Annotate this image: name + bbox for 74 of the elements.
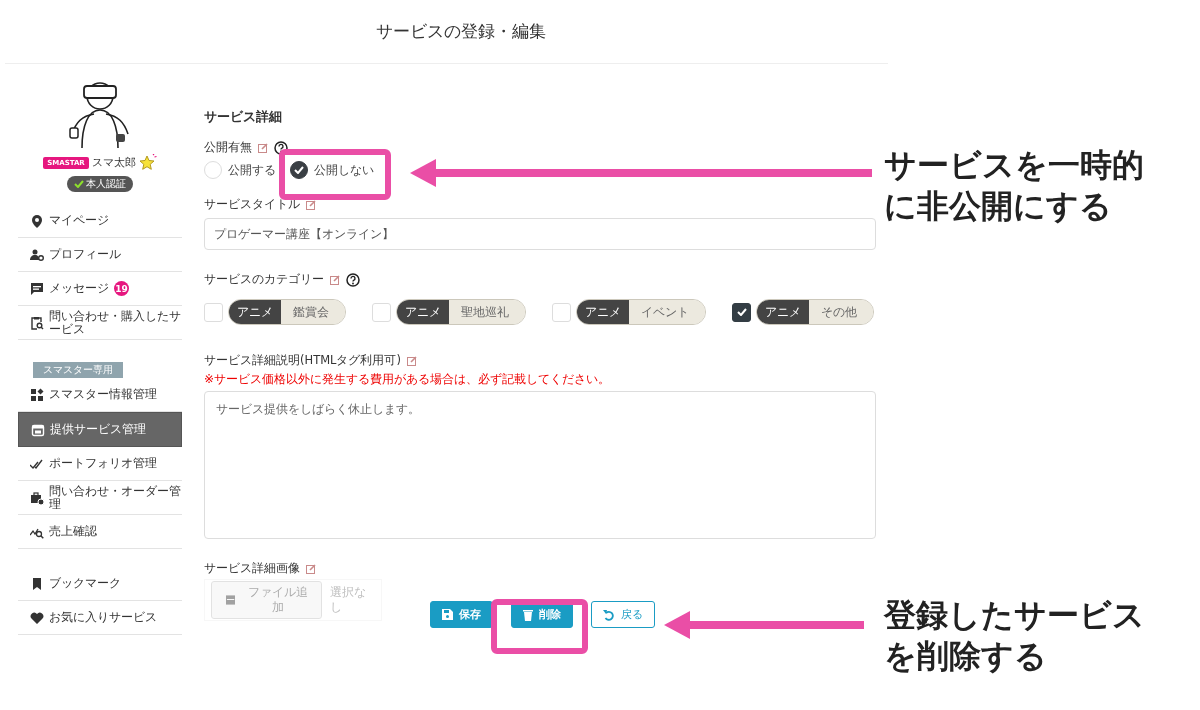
category-group: アニメ: [577, 300, 629, 324]
edit-icon[interactable]: [306, 563, 316, 574]
category-group: アニメ: [757, 300, 809, 324]
field-label: サービス詳細説明(HTMLタグ利用可): [204, 353, 401, 368]
verified-label: 本人認証: [86, 177, 126, 191]
sidebar-item[interactable]: お気に入りサービス: [18, 601, 182, 635]
category-name: 鑑賞会: [281, 300, 345, 324]
category-tag[interactable]: アニメ 鑑賞会: [228, 299, 346, 325]
sidebar-label: お気に入りサービス: [49, 611, 157, 624]
sidebar-label: プロフィール: [49, 248, 121, 261]
sidebar-item[interactable]: 問い合わせ・オーダー管理: [18, 481, 182, 515]
sidebar-item[interactable]: 問い合わせ・購入したサービス: [18, 306, 182, 340]
grid-icon: [30, 387, 44, 402]
category-name: その他: [809, 300, 873, 324]
sidebar-label: 問い合わせ・オーダー管理: [49, 484, 182, 511]
sidebar-label: スマスター情報管理: [49, 388, 157, 401]
callout-text: 登録したサービス を削除する: [884, 595, 1145, 677]
sidebar-item[interactable]: メッセージ 19: [18, 272, 182, 306]
check-icon: [294, 166, 304, 174]
field-label: サービス詳細画像: [204, 561, 300, 576]
field-label: 公開有無: [204, 140, 252, 155]
sidebar-label: メッセージ: [49, 282, 109, 295]
category-tag[interactable]: アニメ その他: [756, 299, 874, 325]
heart-icon: [30, 610, 44, 625]
checkbox[interactable]: [732, 302, 751, 322]
sidebar-item[interactable]: 売上確認: [18, 515, 182, 549]
category-name: 聖地巡礼: [449, 300, 525, 324]
sidebar-label: ポートフォリオ管理: [49, 457, 157, 470]
check-icon: [736, 308, 747, 316]
edit-icon[interactable]: [306, 199, 316, 210]
category-tag[interactable]: アニメ イベント: [576, 299, 706, 325]
message-icon: [30, 281, 44, 296]
edit-icon[interactable]: [330, 274, 340, 285]
sidebar-item[interactable]: プロフィール: [18, 238, 182, 272]
category-group: アニメ: [397, 300, 449, 324]
trash-icon: [523, 608, 533, 621]
page-title: サービスの登録・編集: [375, 20, 546, 43]
sidebar-label: ブックマーク: [49, 577, 121, 590]
sidebar-label: マイページ: [49, 214, 109, 227]
field-label: サービスタイトル: [204, 197, 300, 212]
warning-note: ※サービス価格以外に発生する費用がある場合は、必ず記載してください。: [204, 371, 612, 388]
calendar-icon: [31, 422, 45, 437]
radio-option[interactable]: 公開する: [204, 161, 276, 179]
bookmark-icon: [30, 576, 44, 591]
help-icon[interactable]: [274, 140, 288, 155]
sidebar-item[interactable]: マイページ: [18, 204, 182, 238]
user-name: スマ太郎: [91, 155, 136, 170]
sidebar-label: 売上確認: [49, 525, 97, 538]
star-icon: [138, 154, 157, 171]
undo-icon: [603, 608, 615, 621]
section-title: サービス詳細: [204, 108, 283, 126]
sidebar-item[interactable]: ブックマーク: [18, 567, 182, 601]
edit-icon[interactable]: [407, 355, 417, 366]
sidebar-label: 提供サービス管理: [50, 423, 146, 436]
radio-button[interactable]: [290, 161, 308, 179]
sidebar-item[interactable]: 提供サービス管理: [18, 412, 182, 447]
callout-text: サービスを一時的 に非公開にする: [884, 145, 1144, 227]
description-textarea[interactable]: サービス提供をしばらく休止します。: [204, 391, 876, 539]
file-icon: [226, 595, 236, 605]
pin-icon: [30, 213, 44, 228]
edit-icon[interactable]: [258, 142, 268, 153]
help-icon[interactable]: [346, 272, 360, 287]
field-label: サービスのカテゴリー: [204, 272, 324, 287]
radio-option[interactable]: 公開しない: [290, 161, 374, 179]
unread-count: 19: [114, 281, 129, 296]
sidebar-item[interactable]: ポートフォリオ管理: [18, 447, 182, 481]
category-group: アニメ: [229, 300, 281, 324]
title-input-field[interactable]: プロゲーマー講座【オンライン】: [204, 218, 876, 250]
sidebar-label: 問い合わせ・購入したサービス: [49, 309, 182, 336]
check-icon: [74, 180, 84, 188]
category-tag[interactable]: アニメ 聖地巡礼: [396, 299, 526, 325]
category-name: イベント: [629, 300, 705, 324]
section-heading: スマスター専用: [33, 362, 123, 378]
clipboard-search-icon: [30, 315, 44, 330]
